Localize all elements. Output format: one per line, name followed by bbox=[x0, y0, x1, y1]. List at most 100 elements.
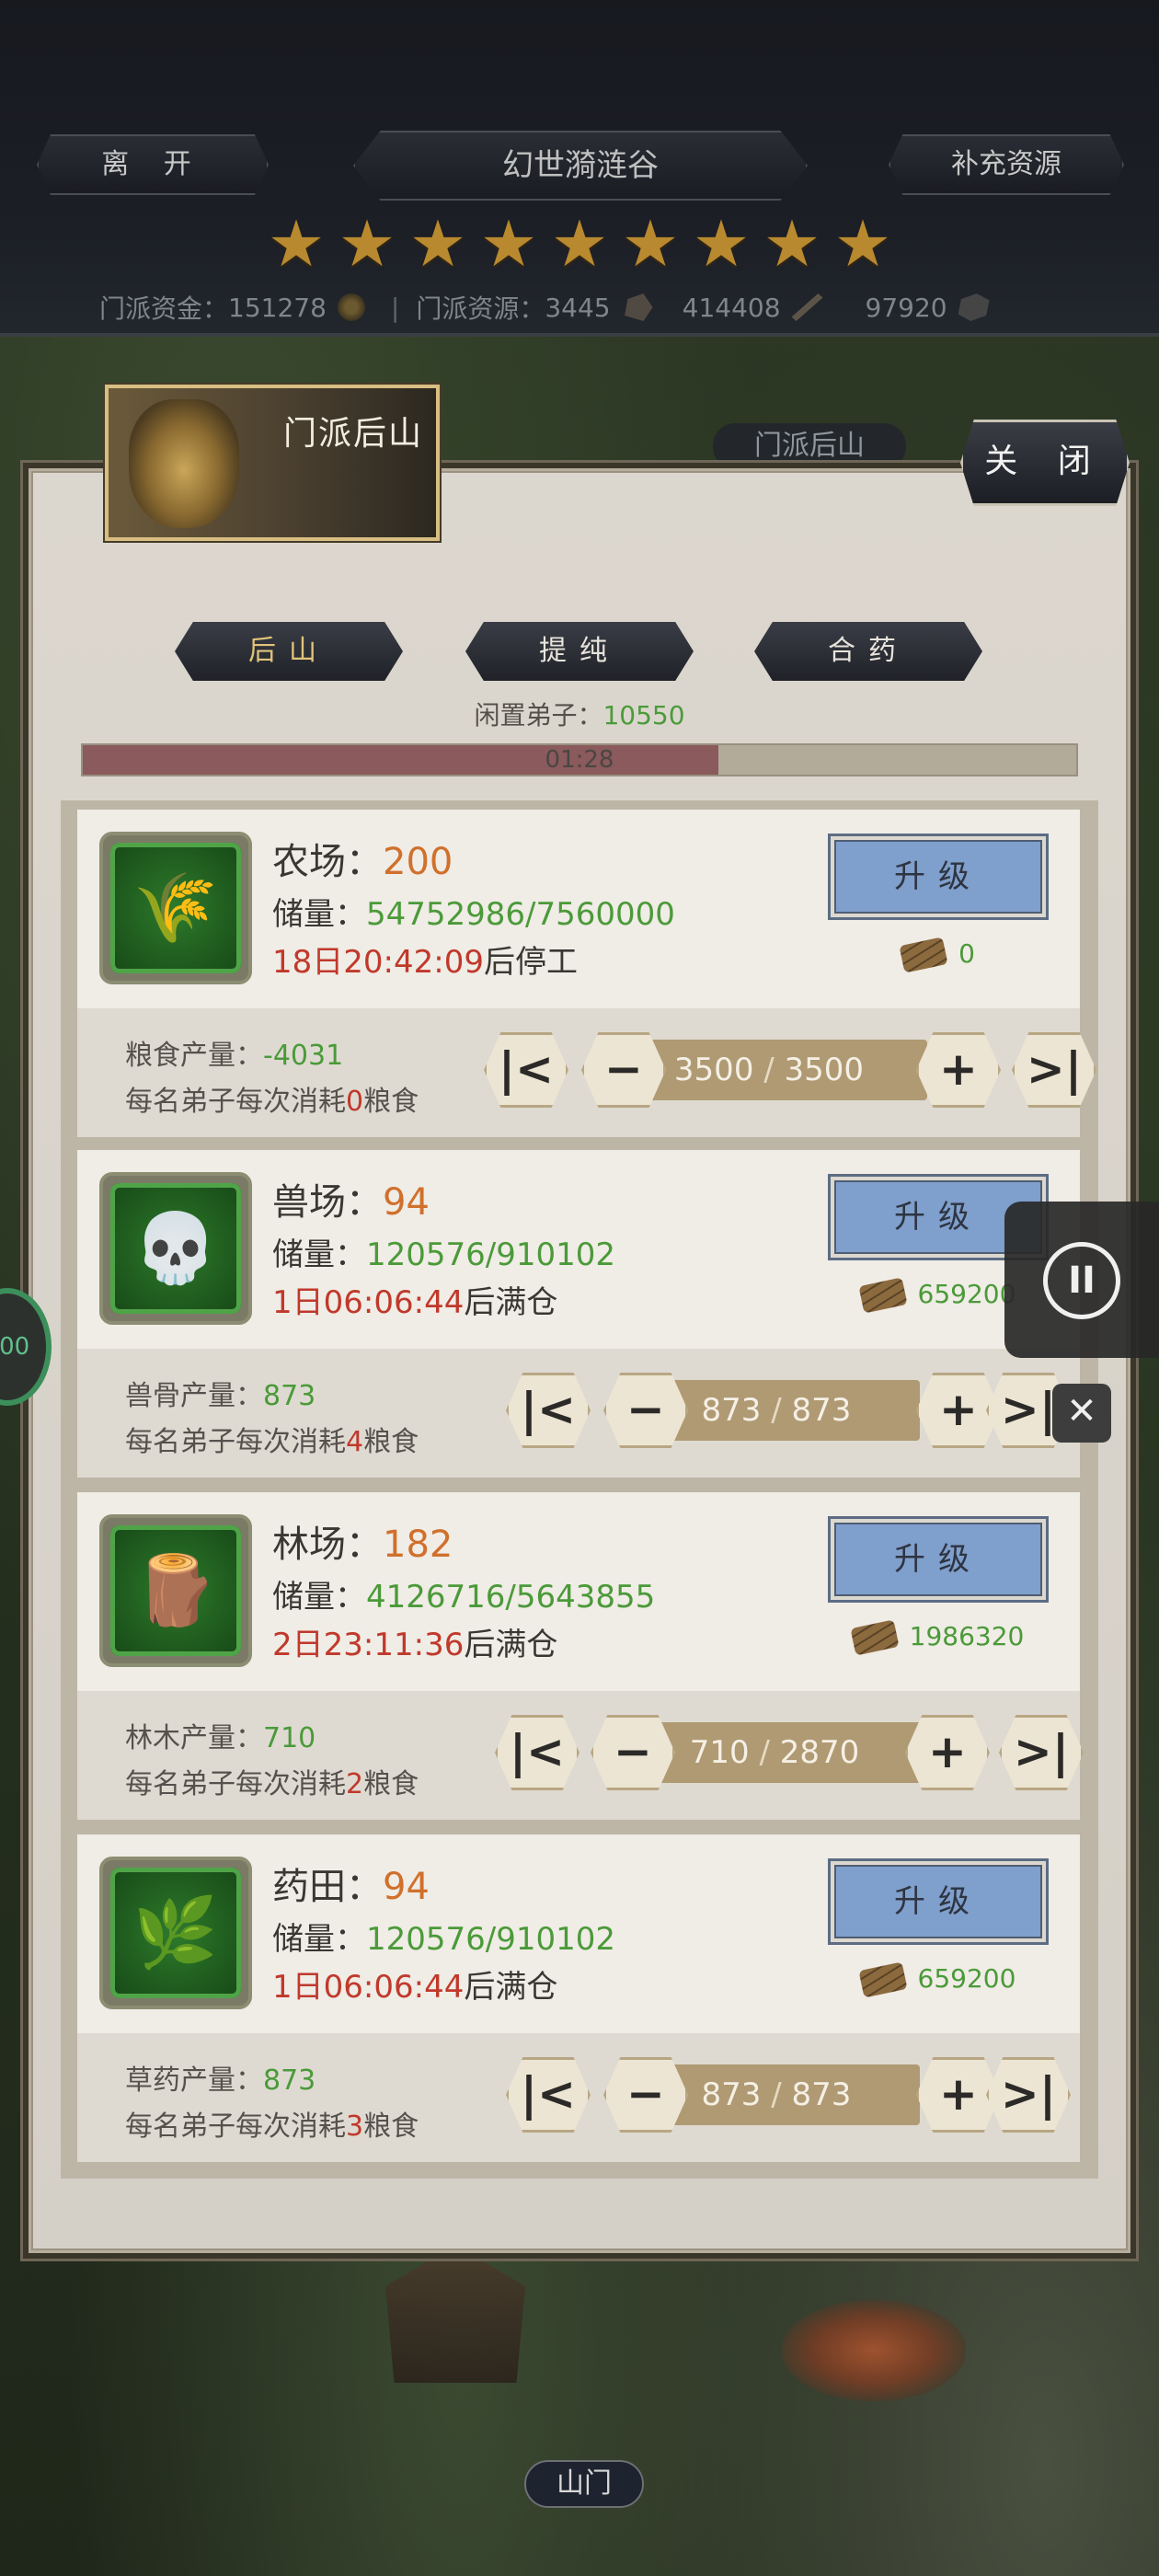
star-icon: ★ bbox=[763, 206, 821, 282]
upgrade-cost: 659200 bbox=[828, 1961, 1049, 1998]
idle-label: 闲置弟子： bbox=[474, 700, 603, 730]
funds-label: 门派资金： bbox=[99, 293, 229, 324]
increase-button[interactable]: + bbox=[916, 1032, 1001, 1108]
facility-name-label: 农场： bbox=[272, 841, 383, 883]
upgrade-button[interactable]: 升级 bbox=[828, 1516, 1049, 1603]
facility-storage: 储量：54752986/7560000 bbox=[272, 889, 675, 934]
leave-button[interactable]: 离 开 bbox=[37, 134, 269, 195]
disciple-stepper: 873 / 873 |< − + >| bbox=[77, 2057, 1080, 2133]
resource-label: 门派资源： bbox=[416, 293, 545, 324]
header: 离 开 幻世漪涟谷 补充资源 ★ ★ ★ ★ ★ ★ ★ ★ ★ 门派资金： 1… bbox=[0, 0, 1159, 337]
storage-value: 120576/910102 bbox=[366, 1236, 616, 1273]
replenish-resources-button[interactable]: 补充资源 bbox=[889, 134, 1124, 195]
capacity-count: 873 bbox=[791, 1392, 852, 1429]
star-icon: ★ bbox=[267, 206, 326, 282]
decrease-button[interactable]: − bbox=[581, 1032, 666, 1108]
max-button[interactable]: >| bbox=[986, 2057, 1071, 2133]
capacity-count: 3500 bbox=[784, 1052, 865, 1088]
min-button[interactable]: |< bbox=[484, 1032, 568, 1108]
disciple-stepper: 3500 / 3500 |< − + >| bbox=[77, 1032, 1096, 1108]
capacity-count: 873 bbox=[791, 2076, 852, 2113]
star-icon: ★ bbox=[479, 206, 538, 282]
storage-label: 储量： bbox=[272, 896, 366, 933]
floating-pause-panel: II bbox=[1004, 1202, 1159, 1358]
sect-title: 幻世漪涟谷 bbox=[353, 131, 808, 201]
close-icon[interactable]: ✕ bbox=[1052, 1384, 1111, 1443]
disciple-stepper: 710 / 2870 |< − + >| bbox=[77, 1715, 1084, 1790]
star-icon: ★ bbox=[408, 206, 467, 282]
backhill-portrait: 门派后山 bbox=[105, 385, 440, 541]
timer-suffix: 后满仓 bbox=[464, 1284, 558, 1321]
facility-card: 💀 兽场：94 储量：120576/910102 1日06:06:44后满仓 升… bbox=[77, 1150, 1080, 1478]
star-icon: ★ bbox=[550, 206, 609, 282]
map-platform[interactable] bbox=[782, 2300, 966, 2401]
storage-label: 储量： bbox=[272, 1579, 366, 1616]
assigned-count: 873 bbox=[701, 1392, 762, 1429]
funds-value: 151278 bbox=[228, 292, 327, 323]
facility-icon-frame[interactable]: 🪵 bbox=[99, 1514, 252, 1667]
min-button[interactable]: |< bbox=[506, 1373, 591, 1448]
facility-card: 🌿 药田：94 储量：120576/910102 1日06:06:44后满仓 升… bbox=[77, 1834, 1080, 2162]
increase-button[interactable]: + bbox=[905, 1715, 990, 1790]
herb-bowl-icon: 🌿 bbox=[132, 1893, 219, 1972]
timer-value: 18日20:42:09 bbox=[272, 944, 484, 981]
decrease-button[interactable]: − bbox=[603, 2057, 688, 2133]
upgrade-button[interactable]: 升级 bbox=[828, 1858, 1049, 1945]
decrease-button[interactable]: − bbox=[603, 1373, 688, 1448]
facility-level: 94 bbox=[383, 1181, 430, 1224]
storage-value: 54752986/7560000 bbox=[366, 896, 675, 933]
facility-storage: 储量：120576/910102 bbox=[272, 1914, 615, 1959]
resource-bar: 门派资金： 151278 | 门派资源： 3445 414408 97920 bbox=[99, 287, 1111, 328]
min-button[interactable]: |< bbox=[495, 1715, 580, 1790]
facility-name-label: 林场： bbox=[272, 1524, 383, 1566]
star-icon: ★ bbox=[833, 206, 892, 282]
facility-card: 🪵 林场：182 储量：4126716/5643855 2日23:11:36后满… bbox=[77, 1492, 1084, 1820]
facility-icon-frame[interactable]: 🌾 bbox=[99, 832, 252, 984]
wood-icon bbox=[857, 1961, 908, 1998]
star-icon: ★ bbox=[621, 206, 680, 282]
tab-backhill[interactable]: 后山 bbox=[175, 622, 403, 681]
stepper-slash: / bbox=[749, 1734, 780, 1771]
facility-name-label: 兽场： bbox=[272, 1181, 383, 1224]
separator: | bbox=[390, 292, 400, 323]
facility-icon-frame[interactable]: 🌿 bbox=[99, 1857, 252, 2009]
logs-icon: 🪵 bbox=[132, 1551, 219, 1630]
assigned-count: 3500 bbox=[673, 1052, 754, 1088]
facility-name-label: 药田： bbox=[272, 1866, 383, 1908]
disciple-stepper: 873 / 873 |< − + >| bbox=[77, 1373, 1080, 1448]
tab-compound[interactable]: 合药 bbox=[754, 622, 982, 681]
ore-icon bbox=[625, 293, 653, 321]
timer-value: 1日06:06:44 bbox=[272, 1284, 465, 1321]
sect-rating-stars: ★ ★ ★ ★ ★ ★ ★ ★ ★ bbox=[267, 206, 892, 282]
wood-icon bbox=[899, 937, 948, 973]
facility-name: 兽场：94 bbox=[272, 1172, 430, 1225]
upgrade-cost-value: 659200 bbox=[917, 1279, 1016, 1309]
stepper-slash: / bbox=[761, 1392, 792, 1429]
map-label-gate[interactable]: 山门 bbox=[524, 2460, 644, 2508]
upgrade-cost-value: 1986320 bbox=[909, 1621, 1025, 1651]
facility-storage: 储量：120576/910102 bbox=[272, 1229, 615, 1274]
portrait-title: 门派后山 bbox=[283, 415, 424, 453]
pause-icon[interactable]: II bbox=[1043, 1242, 1120, 1319]
facility-timer: 18日20:42:09后停工 bbox=[272, 937, 578, 982]
star-icon: ★ bbox=[338, 206, 396, 282]
upgrade-button[interactable]: 升级 bbox=[828, 834, 1049, 920]
wood-icon bbox=[791, 293, 823, 321]
cycle-progress-bar: 01:28 bbox=[81, 743, 1078, 776]
capacity-count: 2870 bbox=[779, 1734, 860, 1771]
min-button[interactable]: |< bbox=[506, 2057, 591, 2133]
max-button[interactable]: >| bbox=[1012, 1032, 1096, 1108]
facility-info: 🪵 林场：182 储量：4126716/5643855 2日23:11:36后满… bbox=[77, 1492, 1080, 1691]
idle-disciples: 闲置弟子：10550 bbox=[0, 696, 1159, 732]
storage-value: 4126716/5643855 bbox=[366, 1579, 656, 1616]
facility-level: 182 bbox=[383, 1524, 453, 1566]
facility-icon-frame[interactable]: 💀 bbox=[99, 1172, 252, 1325]
tab-refine[interactable]: 提纯 bbox=[465, 622, 694, 681]
storage-label: 储量： bbox=[272, 1921, 366, 1958]
facility-storage: 储量：4126716/5643855 bbox=[272, 1571, 655, 1616]
max-button[interactable]: >| bbox=[999, 1715, 1084, 1790]
facility-timer: 1日06:06:44后满仓 bbox=[272, 1277, 557, 1322]
wood-value: 414408 bbox=[682, 292, 781, 323]
close-button[interactable]: 关 闭 bbox=[960, 420, 1130, 506]
decrease-button[interactable]: − bbox=[591, 1715, 675, 1790]
